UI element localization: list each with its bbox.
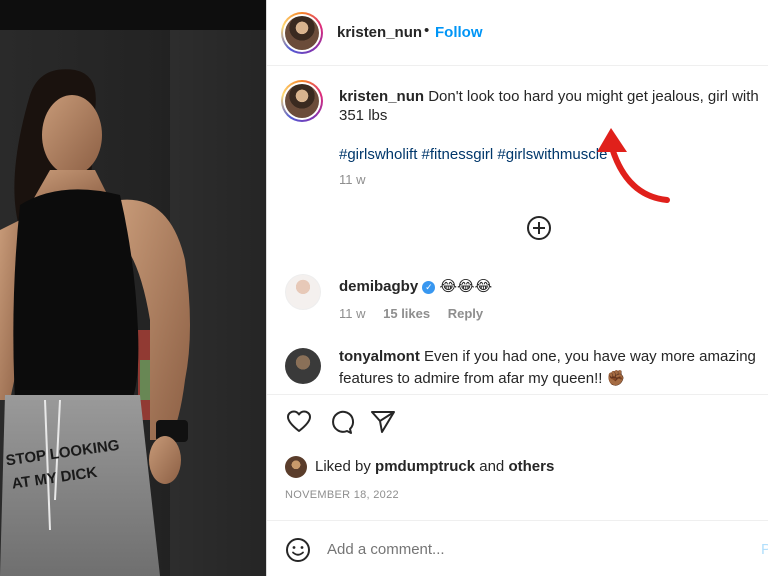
post-detail-panel: kristen_nun • Follow kristen_nun Don't l… xyxy=(267,0,768,576)
post-comment-button[interactable]: P xyxy=(761,541,768,558)
liked-by-prefix: Liked by xyxy=(315,458,371,475)
commenter-username[interactable]: tonyalmont xyxy=(339,348,420,365)
photo-illustration: STOP LOOKING AT MY DICK xyxy=(0,0,266,576)
comment-body: 😂😂😂 xyxy=(439,278,493,295)
follow-button[interactable]: Follow xyxy=(435,24,483,41)
caption-body-line2: 351 lbs xyxy=(339,107,388,124)
add-comment-bar: P xyxy=(267,520,768,576)
liked-by-and: and xyxy=(479,458,505,475)
reply-button[interactable]: Reply xyxy=(448,306,483,321)
comment-text: tonyalmont Even if you had one, you have… xyxy=(339,346,759,390)
comment-time: 11 w xyxy=(339,306,366,321)
comment-body: Even if you had one, you have way more a… xyxy=(424,348,756,365)
comment-body-line2: features to admire from afar my queen!! … xyxy=(339,370,626,387)
comment-text: demibagby ✓ 😂😂😂 xyxy=(339,276,759,298)
plus-circle-icon[interactable] xyxy=(525,214,553,242)
post-photo[interactable]: STOP LOOKING AT MY DICK xyxy=(0,0,266,576)
separator-dot: • xyxy=(424,22,430,39)
liked-by-others[interactable]: others xyxy=(508,458,554,475)
annotation-arrow-icon xyxy=(597,128,670,203)
author-username[interactable]: kristen_nun xyxy=(337,24,422,41)
author-avatar[interactable] xyxy=(281,12,323,54)
liked-by-user[interactable]: pmdumptruck xyxy=(375,458,475,475)
comment-input[interactable] xyxy=(327,541,727,558)
paper-plane-icon[interactable] xyxy=(369,408,397,436)
liked-by-text: Liked by pmdumptruck and others xyxy=(315,458,554,475)
caption-username[interactable]: kristen_nun xyxy=(339,88,424,105)
heart-icon[interactable] xyxy=(285,408,313,436)
comment-meta: 11 w 15 likes Reply xyxy=(339,306,497,321)
post-header: kristen_nun • Follow xyxy=(267,0,768,66)
section-divider xyxy=(267,394,768,395)
caption-body: Don't look too hard you might get jealou… xyxy=(428,88,759,105)
smiley-icon[interactable] xyxy=(285,537,311,563)
commenter-username[interactable]: demibagby xyxy=(339,278,418,295)
comment-likes[interactable]: 15 likes xyxy=(383,306,430,321)
commenter-avatar[interactable] xyxy=(285,274,321,310)
post-date: NOVEMBER 18, 2022 xyxy=(285,489,399,501)
caption-text: kristen_nun Don't look too hard you migh… xyxy=(339,86,768,107)
verified-badge-icon: ✓ xyxy=(422,281,436,294)
liker-avatar[interactable] xyxy=(285,456,307,478)
caption-avatar[interactable] xyxy=(281,80,323,122)
commenter-avatar[interactable] xyxy=(285,348,321,384)
speech-bubble-icon[interactable] xyxy=(327,408,355,436)
caption-time: 11 w xyxy=(339,172,366,187)
caption-hashtags[interactable]: #girlswholift #fitnessgirl #girlswithmus… xyxy=(339,146,607,163)
